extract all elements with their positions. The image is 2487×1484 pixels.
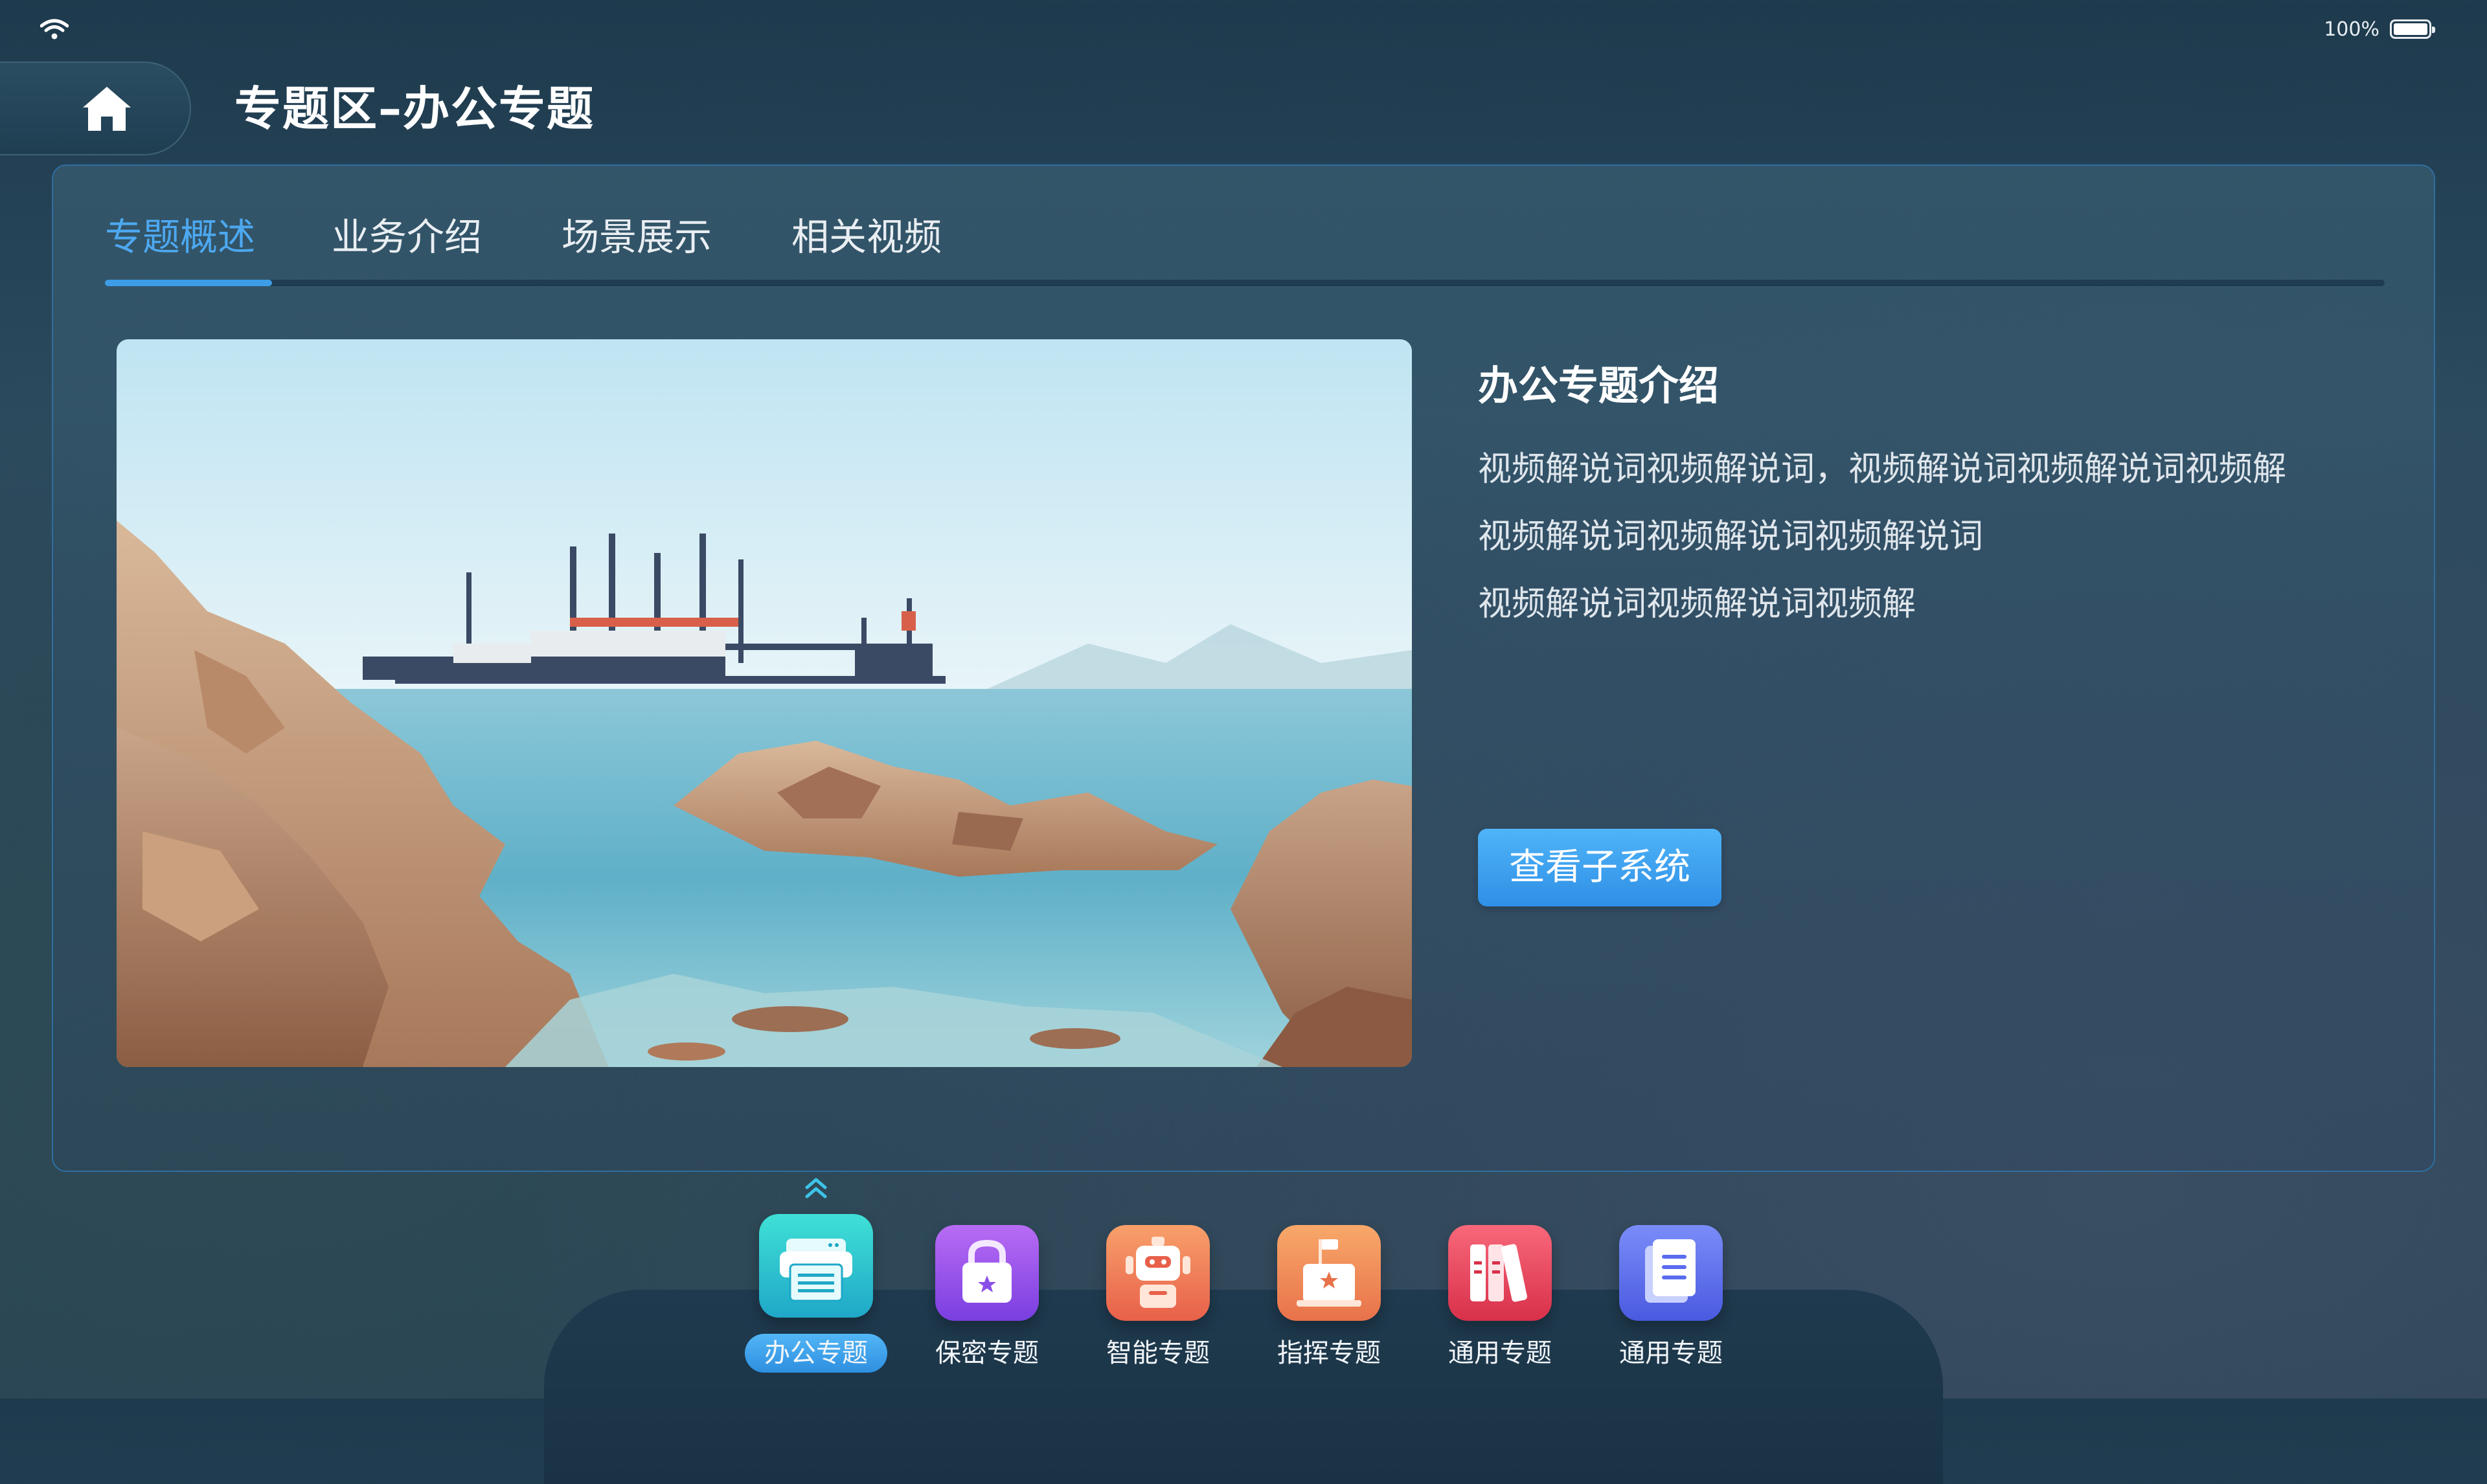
battery-percentage: 100% bbox=[2324, 18, 2379, 41]
content-panel: 专题概述 业务介绍 场景展示 相关视频 办公专题介绍 视频解说词视频解说词，视频… bbox=[52, 164, 2435, 1172]
intro-text-line: 视频解说词视频解说词视频解说词 bbox=[1478, 517, 1984, 556]
home-icon[interactable] bbox=[80, 84, 133, 133]
chevron-up-icon bbox=[805, 1178, 827, 1198]
wifi-icon bbox=[40, 19, 69, 39]
tab-overview[interactable]: 专题概述 bbox=[105, 211, 255, 263]
books-icon bbox=[1448, 1225, 1552, 1321]
dock-background bbox=[544, 1290, 1943, 1484]
dock-label: 通用专题 bbox=[1619, 1338, 1723, 1368]
battery-icon bbox=[2390, 19, 2435, 39]
intro-text-line: 视频解说词视频解说词视频解 bbox=[1478, 585, 1916, 624]
tab-videos[interactable]: 相关视频 bbox=[791, 211, 942, 263]
tab-business[interactable]: 业务介绍 bbox=[332, 211, 482, 263]
page-title: 专题区–办公专题 bbox=[234, 82, 595, 136]
lock-icon bbox=[935, 1225, 1039, 1321]
document-icon bbox=[1619, 1225, 1723, 1321]
tab-bar: 专题概述 业务介绍 场景展示 相关视频 bbox=[105, 198, 2385, 276]
topic-image bbox=[117, 339, 1412, 1067]
printer-icon bbox=[759, 1214, 873, 1318]
robot-icon bbox=[1106, 1225, 1210, 1321]
view-subsystem-button[interactable]: 查看子系统 bbox=[1478, 829, 1721, 906]
dock-label: 通用专题 bbox=[1448, 1338, 1552, 1368]
dock-label: 智能专题 bbox=[1106, 1338, 1210, 1368]
podium-icon bbox=[1277, 1225, 1381, 1321]
tab-scenes[interactable]: 场景展示 bbox=[562, 211, 712, 263]
intro-text-line: 视频解说词视频解说词，视频解说词视频解说词视频解 bbox=[1478, 450, 2287, 489]
intro-title: 办公专题介绍 bbox=[1478, 362, 1720, 409]
dock-label: 办公专题 bbox=[745, 1334, 887, 1373]
dock-label: 指挥专题 bbox=[1277, 1338, 1381, 1368]
tab-active-indicator bbox=[105, 280, 272, 286]
dock-label: 保密专题 bbox=[935, 1338, 1039, 1368]
tab-track bbox=[105, 280, 2385, 286]
